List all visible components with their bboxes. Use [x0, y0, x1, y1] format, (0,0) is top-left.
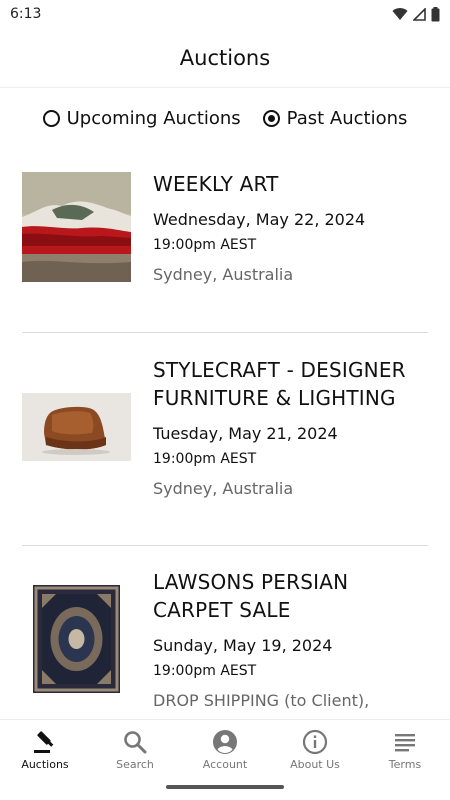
auction-card[interactable]: WEEKLY ART Wednesday, May 22, 2024 19:00… — [22, 170, 428, 284]
divider — [22, 545, 428, 546]
nav-label: Auctions — [21, 758, 69, 771]
battery-icon — [431, 6, 440, 21]
auction-list[interactable]: WEEKLY ART Wednesday, May 22, 2024 19:00… — [0, 150, 450, 720]
auction-title-line: CARPET SALE — [153, 598, 291, 622]
nav-terms[interactable]: Terms — [360, 720, 450, 780]
auction-location: Sydney, Australia — [153, 265, 294, 284]
auction-details: LAWSONS PERSIAN CARPET SALE Sunday, May … — [153, 568, 428, 710]
auction-card[interactable]: STYLECRAFT - DESIGNER FURNITURE & LIGHTI… — [22, 356, 428, 498]
auction-details: STYLECRAFT - DESIGNER FURNITURE & LIGHTI… — [153, 356, 428, 498]
search-icon — [124, 731, 147, 754]
home-indicator[interactable] — [166, 785, 284, 789]
radio-unchecked-icon — [42, 109, 60, 127]
divider — [22, 332, 428, 333]
nav-account[interactable]: Account — [180, 720, 270, 780]
nav-search[interactable]: Search — [90, 720, 180, 780]
gavel-icon — [34, 731, 54, 753]
radio-checked-icon — [262, 109, 280, 127]
auction-title: STYLECRAFT - DESIGNER FURNITURE & LIGHTI… — [153, 356, 428, 412]
auction-title-line: WEEKLY ART — [153, 172, 279, 196]
radio-label: Upcoming Auctions — [66, 107, 241, 129]
auction-location: Sydney, Australia — [153, 479, 294, 498]
radio-label: Past Auctions — [286, 107, 408, 129]
upcoming-auctions-radio[interactable]: Upcoming Auctions — [42, 107, 241, 129]
landscape-painting-image — [22, 172, 131, 282]
auction-thumbnail — [22, 356, 131, 498]
auction-time: 19:00pm AEST — [153, 663, 257, 679]
auction-filter: Upcoming Auctions Past Auctions — [0, 100, 450, 136]
auction-title-line: FURNITURE & LIGHTING — [153, 386, 396, 410]
past-auctions-radio[interactable]: Past Auctions — [262, 107, 408, 129]
auction-date: Tuesday, May 21, 2024 — [153, 424, 338, 443]
nav-label: Terms — [388, 758, 422, 771]
auction-title-line: LAWSONS PERSIAN — [153, 570, 349, 594]
auction-title: LAWSONS PERSIAN CARPET SALE — [153, 568, 428, 624]
page-title: Auctions — [179, 45, 271, 70]
nav-about-us[interactable]: About Us — [270, 720, 360, 780]
auction-card[interactable]: LAWSONS PERSIAN CARPET SALE Sunday, May … — [22, 568, 428, 710]
auction-details: WEEKLY ART Wednesday, May 22, 2024 19:00… — [153, 170, 428, 284]
wifi-icon — [392, 8, 408, 20]
nav-label: Account — [202, 758, 248, 771]
auction-title: WEEKLY ART — [153, 170, 428, 198]
persian-carpet-image — [22, 584, 131, 694]
auction-date: Wednesday, May 22, 2024 — [153, 210, 366, 229]
auction-thumbnail — [22, 170, 131, 284]
nav-label: About Us — [290, 758, 340, 771]
nav-auctions[interactable]: Auctions — [0, 720, 90, 780]
signal-icon — [413, 7, 426, 21]
info-icon — [302, 729, 328, 755]
auction-thumbnail — [22, 568, 131, 710]
leather-chair-image — [22, 393, 131, 461]
auction-location: DROP SHIPPING (to Client), — [153, 691, 370, 710]
app-bar: Auctions — [0, 28, 450, 88]
status-bar: 6:13 — [0, 0, 450, 28]
auction-time: 19:00pm AEST — [153, 237, 257, 253]
status-time: 6:13 — [10, 6, 42, 22]
account-icon — [213, 730, 237, 754]
auction-time: 19:00pm AEST — [153, 451, 257, 467]
auction-date: Sunday, May 19, 2024 — [153, 636, 333, 655]
nav-label: Search — [116, 758, 154, 771]
auction-title-line: STYLECRAFT - DESIGNER — [153, 358, 406, 382]
menu-lines-icon — [395, 734, 415, 752]
status-icons — [392, 6, 440, 22]
